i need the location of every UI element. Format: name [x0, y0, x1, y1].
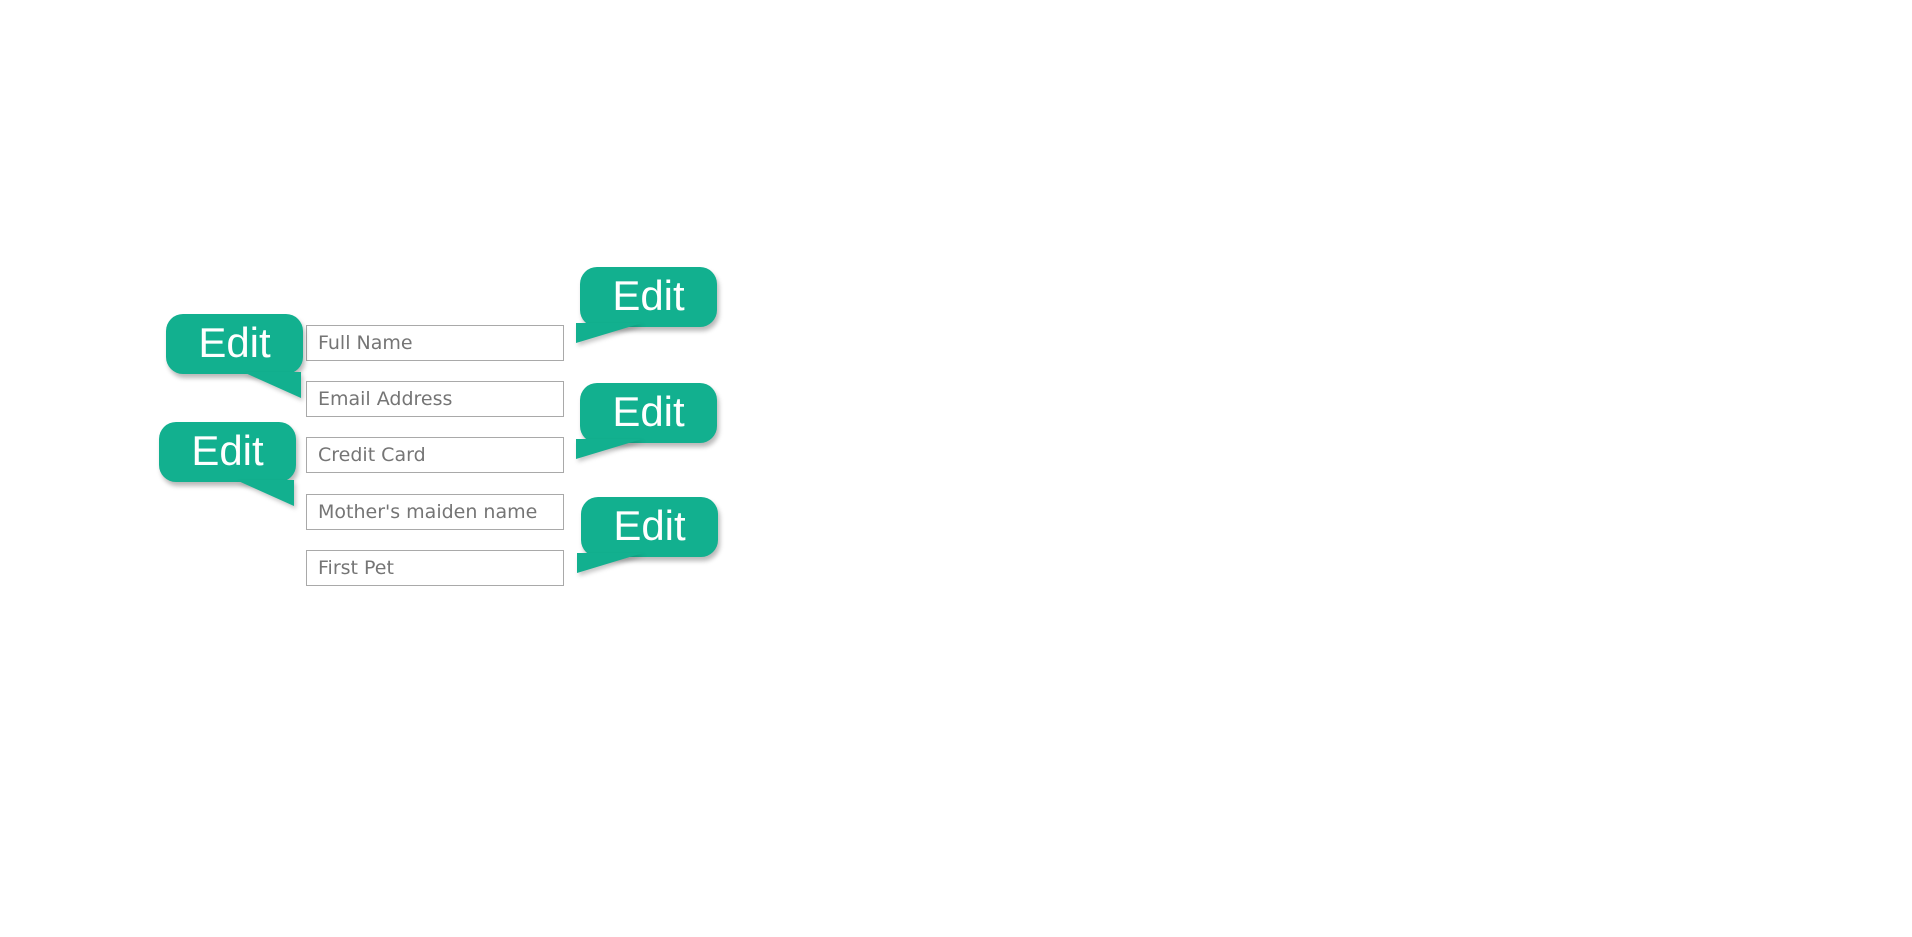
- full-name-input[interactable]: [306, 325, 564, 361]
- edit-bubble-label: Edit: [612, 388, 685, 435]
- edit-bubble-button-5[interactable]: Edit: [577, 497, 718, 573]
- edit-bubble-label: Edit: [612, 272, 685, 319]
- first-pet-input[interactable]: [306, 550, 564, 586]
- bubble-tail: [236, 480, 294, 506]
- edit-bubble-button-1[interactable]: Edit: [576, 267, 717, 343]
- bubble-tail: [576, 323, 642, 343]
- mothers-maiden-name-input[interactable]: [306, 494, 564, 530]
- edit-bubble-button-3[interactable]: Edit: [576, 383, 717, 459]
- email-address-input[interactable]: [306, 381, 564, 417]
- edit-bubble-button-2[interactable]: Edit: [166, 314, 303, 398]
- bubble-tail: [243, 372, 301, 398]
- edit-bubble-label: Edit: [191, 427, 264, 474]
- edit-bubble-label: Edit: [198, 319, 271, 366]
- credit-card-input[interactable]: [306, 437, 564, 473]
- edit-bubble-label: Edit: [613, 502, 686, 549]
- edit-bubble-button-4[interactable]: Edit: [159, 422, 296, 506]
- bubble-tail: [576, 439, 642, 459]
- bubble-tail: [577, 553, 643, 573]
- page-canvas: Edit Edit Edit Edit Edit: [0, 0, 1912, 937]
